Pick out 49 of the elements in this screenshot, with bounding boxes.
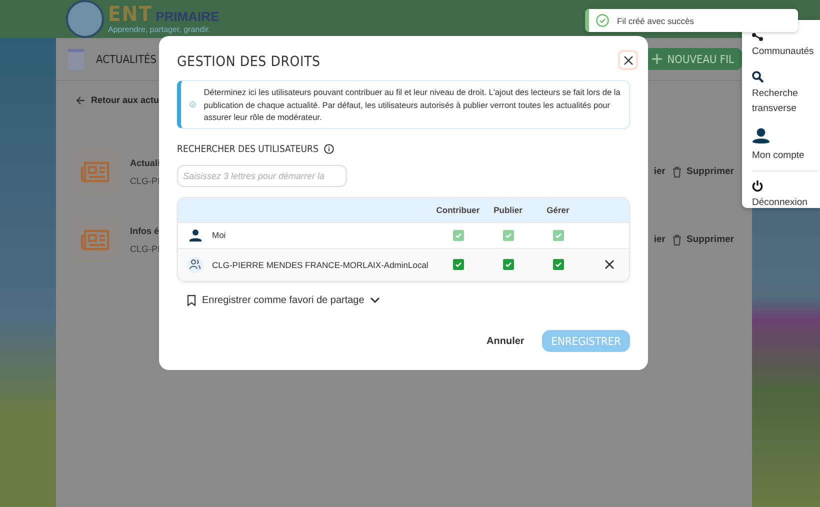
power-icon	[752, 180, 763, 192]
plus-icon	[652, 54, 662, 64]
feed-title[interactable]: Infos é	[130, 226, 160, 236]
info-icon[interactable]	[324, 144, 334, 154]
edit-link[interactable]: ier	[654, 166, 666, 177]
feed-subtitle: CLG-PI	[130, 176, 160, 186]
close-button[interactable]	[618, 50, 638, 70]
menu-item[interactable]: Communautés	[752, 44, 814, 59]
close-icon	[624, 56, 632, 64]
user-icon	[188, 228, 202, 242]
menu-item[interactable]: Déconnexion	[752, 195, 808, 210]
chevron-down-icon	[370, 296, 380, 304]
right-checkbox[interactable]	[452, 259, 464, 270]
bookmark-icon	[187, 294, 196, 306]
menu-item[interactable]: Mon compte	[752, 148, 804, 163]
avatar-circle	[66, 0, 104, 38]
modal-title: GESTION DES DROITS	[177, 54, 320, 70]
favorite-toggle[interactable]: Enregistrer comme favori de partage	[187, 294, 380, 306]
toast-message: Fil créé avec succès	[617, 16, 694, 26]
remove-icon[interactable]	[604, 260, 614, 269]
cancel-button[interactable]: Annuler	[482, 332, 528, 350]
right-checkbox[interactable]	[552, 259, 564, 270]
edit-link[interactable]: ier	[654, 234, 666, 245]
user-name: Moi	[212, 230, 227, 240]
share-icon	[752, 33, 763, 41]
trash-icon	[672, 234, 682, 246]
back-link[interactable]: Retour aux actu	[76, 95, 160, 105]
newspaper-icon	[72, 217, 117, 262]
app-title: ACTUALITÉS	[96, 52, 157, 66]
right-checkbox[interactable]	[502, 259, 514, 270]
arrow-left-icon	[76, 96, 85, 104]
group-icon	[187, 256, 203, 272]
column-header: Publier	[492, 204, 524, 214]
menu-item[interactable]: Recherche transverse	[752, 86, 818, 116]
check-circle-icon	[596, 14, 609, 27]
info-text: Déterminez ici les utilisateurs pouvant contribuer au fil et leur niveau de droit. L'ajout des lecteurs se fait lors de la publication de chaque actualité. Par défaut, les utilisateurs autorisés à publier verront toutes les actualités pour assurer leur rôle de modérateur.	[204, 86, 621, 124]
column-header: Gérer	[546, 204, 570, 214]
delete-link[interactable]: Supprimer	[672, 166, 734, 178]
feed-title[interactable]: Actuali	[130, 158, 160, 168]
trash-icon	[672, 166, 682, 178]
column-header: Contribuer	[435, 204, 481, 214]
user-icon	[752, 128, 770, 145]
search-label: RECHERCHER DES UTILISATEURS	[177, 144, 318, 154]
user-name: CLG-PIERRE MENDES FRANCE-MORLAIX-AdminLocal	[212, 260, 430, 270]
search-field[interactable]: Saisissez 3 lettres pour démarrer la	[177, 164, 347, 186]
delete-link[interactable]: Supprimer	[672, 234, 734, 246]
feed-subtitle: CLG-PI	[130, 244, 160, 254]
newspaper-icon	[72, 149, 117, 194]
search-icon	[752, 71, 764, 83]
